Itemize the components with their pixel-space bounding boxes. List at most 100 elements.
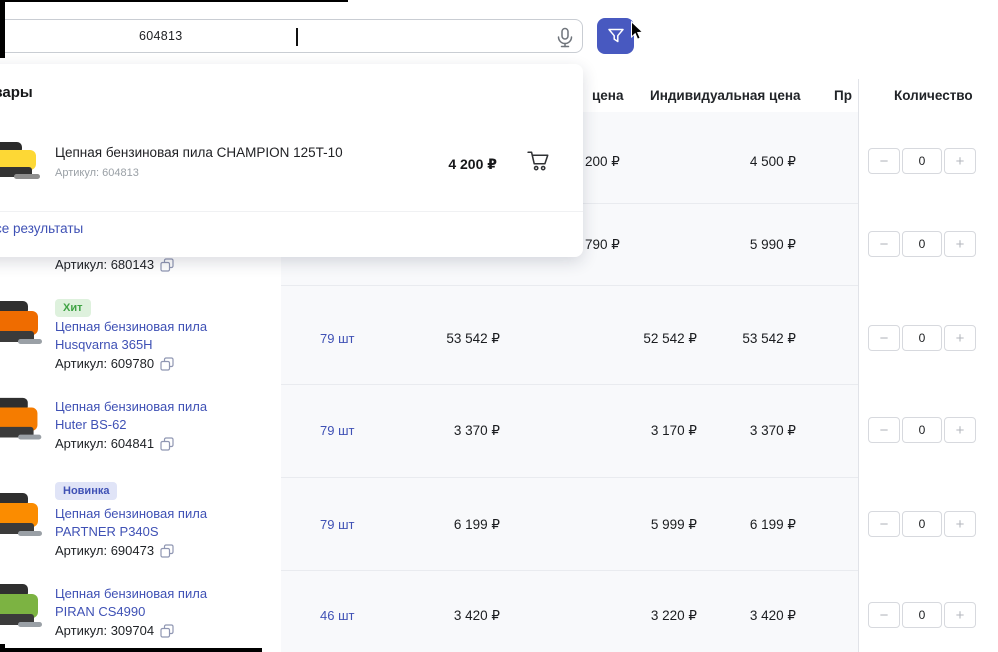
- search-suggestions-panel: Товары Цепная бензиновая пила CHAMPION 1…: [0, 64, 583, 257]
- quantity-stepper: − 0 +: [868, 511, 976, 537]
- product-title-line2: Husqvarna 365H: [55, 336, 207, 354]
- quantity-increase-button[interactable]: +: [944, 602, 976, 628]
- quantity-decrease-button[interactable]: −: [868, 148, 900, 174]
- individual-price-value: 3 370 ₽: [686, 423, 796, 439]
- product-title-line1: Цепная бензиновая пила: [55, 398, 207, 416]
- sku-label: Артикул: 604841: [55, 436, 154, 451]
- quantity-input[interactable]: 0: [902, 417, 942, 443]
- add-to-cart-button[interactable]: [526, 148, 552, 176]
- quantity-decrease-button[interactable]: −: [868, 511, 900, 537]
- stock-link[interactable]: 79 шт: [320, 423, 354, 438]
- suggestion-sku: Артикул: 604813: [55, 167, 139, 179]
- individual-price-value: 3 420 ₽: [686, 608, 796, 624]
- row-divider: [281, 477, 858, 478]
- individual-price-value: 4 500 ₽: [686, 154, 796, 170]
- column-header-individual-price: Индивидуальная цена: [650, 88, 801, 103]
- suggestions-section-title: Товары: [0, 84, 33, 101]
- cart-icon: [527, 149, 551, 173]
- product-title-line1: Цепная бензиновая пила: [55, 585, 207, 603]
- copy-sku-icon[interactable]: [160, 357, 174, 371]
- sku-label: Артикул: 690473: [55, 543, 154, 558]
- quantity-input[interactable]: 0: [902, 511, 942, 537]
- screen-edge-artifact: [0, 648, 262, 652]
- sku-row: Артикул: 609780: [55, 356, 174, 371]
- copy-sku-icon[interactable]: [160, 258, 174, 272]
- column-header-quantity: Количество: [894, 88, 973, 103]
- sku-row: Артикул: 309704: [55, 623, 174, 638]
- quantity-decrease-button[interactable]: −: [868, 231, 900, 257]
- quantity-increase-button[interactable]: +: [944, 325, 976, 351]
- product-thumbnail[interactable]: [0, 394, 42, 454]
- product-title-line2: PIRAN CS4990: [55, 603, 207, 621]
- sku-label: Артикул: 609780: [55, 356, 154, 371]
- quantity-increase-button[interactable]: +: [944, 417, 976, 443]
- retail-price-value: 3 170 ₽: [587, 423, 697, 439]
- search-value: 604813: [139, 29, 183, 43]
- quantity-stepper: − 0 +: [868, 602, 976, 628]
- quantity-stepper: − 0 +: [868, 417, 976, 443]
- screen-edge-artifact: [0, 0, 5, 58]
- product-title-link[interactable]: Цепная бензиновая пила PIRAN CS4990: [55, 585, 207, 621]
- new-badge: Новинка: [55, 482, 117, 500]
- retail-price-value: 5 999 ₽: [587, 517, 697, 533]
- quantity-input[interactable]: 0: [902, 148, 942, 174]
- price-value: 53 542 ₽: [390, 331, 500, 347]
- copy-sku-icon[interactable]: [160, 437, 174, 451]
- copy-sku-icon[interactable]: [160, 544, 174, 558]
- stock-link[interactable]: 79 шт: [320, 331, 354, 346]
- screen-edge-artifact: [0, 0, 348, 2]
- product-title-link[interactable]: Цепная бензиновая пила Huter BS-62: [55, 398, 207, 434]
- price-value: 200 ₽: [585, 154, 620, 170]
- column-header-promo: Пр: [834, 88, 852, 103]
- quantity-decrease-button[interactable]: −: [868, 417, 900, 443]
- search-input[interactable]: 604813: [0, 19, 583, 53]
- filter-funnel-icon: [607, 27, 625, 45]
- individual-price-value: 53 542 ₽: [686, 331, 796, 347]
- quantity-decrease-button[interactable]: −: [868, 602, 900, 628]
- price-value: 790 ₽: [585, 237, 620, 253]
- quantity-increase-button[interactable]: +: [944, 231, 976, 257]
- quantity-stepper: − 0 +: [868, 148, 976, 174]
- product-thumbnail[interactable]: [0, 297, 42, 359]
- quantity-stepper: − 0 +: [868, 325, 976, 351]
- quantity-increase-button[interactable]: +: [944, 148, 976, 174]
- quantity-decrease-button[interactable]: −: [868, 325, 900, 351]
- individual-price-value: 5 990 ₽: [686, 237, 796, 253]
- product-thumbnail[interactable]: [0, 576, 42, 646]
- hit-badge: Хит: [55, 299, 91, 317]
- product-title-line2: Huter BS-62: [55, 416, 207, 434]
- sku-row: Артикул: 690473: [55, 543, 174, 558]
- product-thumbnail[interactable]: [0, 488, 42, 552]
- voice-search-button[interactable]: [555, 27, 575, 49]
- product-title-line1: Цепная бензиновая пила: [55, 318, 207, 336]
- sku-row: Артикул: 604841: [55, 436, 174, 451]
- quantity-input[interactable]: 0: [902, 325, 942, 351]
- retail-price-value: 3 220 ₽: [587, 608, 697, 624]
- all-results-link[interactable]: Все результаты: [0, 221, 83, 236]
- filter-button[interactable]: [597, 18, 634, 54]
- quantity-input[interactable]: 0: [902, 602, 942, 628]
- quantity-increase-button[interactable]: +: [944, 511, 976, 537]
- text-caret: [296, 28, 298, 46]
- price-value: 3 370 ₽: [390, 423, 500, 439]
- copy-sku-icon[interactable]: [160, 624, 174, 638]
- row-divider: [281, 570, 858, 571]
- stock-link[interactable]: 79 шт: [320, 517, 354, 532]
- product-title-link[interactable]: Цепная бензиновая пила Husqvarna 365H: [55, 318, 207, 354]
- individual-price-value: 6 199 ₽: [686, 517, 796, 533]
- suggestion-thumbnail: [0, 140, 42, 186]
- column-header-price: цена: [592, 88, 623, 103]
- price-value: 3 420 ₽: [390, 608, 500, 624]
- product-title-link[interactable]: Цепная бензиновая пила PARTNER P340S: [55, 505, 207, 541]
- suggestion-title: Цепная бензиновая пила CHAMPION 125T-10: [55, 145, 343, 160]
- suggestions-divider: [0, 211, 583, 212]
- suggestion-price: 4 200 ₽: [387, 156, 497, 173]
- retail-price-value: 52 542 ₽: [587, 331, 697, 347]
- quantity-input[interactable]: 0: [902, 231, 942, 257]
- row-divider: [281, 384, 858, 385]
- stock-link[interactable]: 46 шт: [320, 608, 354, 623]
- microphone-icon: [555, 27, 575, 49]
- mouse-cursor: [630, 21, 645, 42]
- product-title-line2: PARTNER P340S: [55, 523, 207, 541]
- row-divider: [281, 285, 858, 286]
